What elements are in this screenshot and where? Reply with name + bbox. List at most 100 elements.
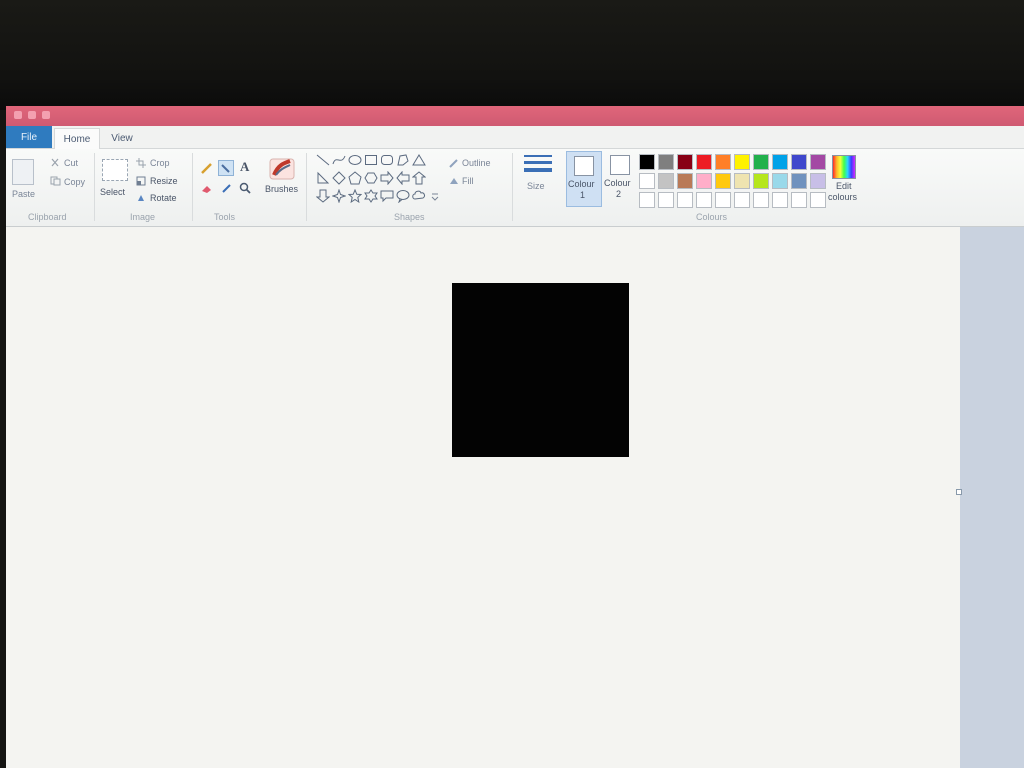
palette-swatch[interactable] (639, 192, 655, 208)
edit-colours-label-2[interactable]: colours (828, 192, 857, 202)
canvas-resize-handle[interactable] (956, 489, 962, 495)
palette-swatch[interactable] (810, 192, 826, 208)
palette-swatch[interactable] (715, 192, 731, 208)
brush-icon[interactable] (268, 155, 296, 181)
palette-swatch[interactable] (658, 173, 674, 189)
palette-swatch[interactable] (791, 192, 807, 208)
fill-button[interactable]: Fill (462, 176, 474, 186)
pencil-icon[interactable] (200, 161, 214, 175)
edit-colours-label[interactable]: Edit (836, 181, 852, 191)
palette-swatch[interactable] (696, 154, 712, 170)
palette-swatch[interactable] (753, 154, 769, 170)
copy-icon (50, 176, 61, 186)
color-picker-icon[interactable] (220, 181, 234, 195)
redo-icon[interactable] (42, 111, 50, 119)
cut-button[interactable]: Cut (64, 158, 78, 168)
pentagon-shape-icon[interactable] (348, 171, 362, 185)
up-arrow-shape-icon[interactable] (412, 171, 426, 185)
size-icon[interactable] (524, 155, 552, 177)
drawing-canvas[interactable] (6, 227, 960, 768)
palette-swatch[interactable] (810, 154, 826, 170)
palette-swatch[interactable] (639, 154, 655, 170)
outline-button[interactable]: Outline (462, 158, 491, 168)
magnifier-icon[interactable] (238, 181, 252, 195)
crop-button[interactable]: Crop (150, 158, 170, 168)
line-shape-icon[interactable] (316, 153, 330, 167)
fill-bucket-icon[interactable] (218, 160, 234, 176)
undo-icon[interactable] (28, 111, 36, 119)
palette-swatch[interactable] (772, 173, 788, 189)
palette-swatch[interactable] (734, 192, 750, 208)
cloud-callout-shape-icon[interactable] (412, 189, 426, 203)
paste-icon[interactable] (12, 159, 34, 185)
divider (192, 153, 193, 221)
palette-swatch[interactable] (810, 173, 826, 189)
palette-swatch[interactable] (715, 173, 731, 189)
rectangle-shape-icon[interactable] (364, 153, 378, 167)
colour1-label: Colour (568, 179, 595, 189)
curve-shape-icon[interactable] (332, 153, 346, 167)
tab-view[interactable]: View (102, 128, 142, 148)
right-arrow-shape-icon[interactable] (380, 171, 394, 185)
size-button[interactable]: Size (527, 181, 545, 191)
paste-button[interactable]: Paste (12, 189, 35, 199)
fill-icon (450, 178, 458, 184)
colour2-button[interactable]: Colour 2 (604, 151, 638, 205)
six-point-star-shape-icon[interactable] (364, 189, 378, 203)
resize-button[interactable]: Resize (150, 176, 178, 186)
resize-icon (136, 176, 146, 186)
copy-button[interactable]: Copy (64, 177, 85, 187)
black-square-shape[interactable] (452, 283, 629, 457)
oval-shape-icon[interactable] (348, 153, 362, 167)
palette-swatch[interactable] (677, 173, 693, 189)
colour-palette (639, 154, 826, 208)
eraser-icon[interactable] (200, 181, 214, 195)
palette-swatch[interactable] (639, 173, 655, 189)
select-button[interactable]: Select (100, 187, 125, 197)
clipboard-group-label: Clipboard (28, 212, 67, 222)
rectangular-callout-shape-icon[interactable] (380, 189, 394, 203)
palette-swatch[interactable] (696, 192, 712, 208)
palette-swatch[interactable] (658, 154, 674, 170)
palette-swatch[interactable] (677, 154, 693, 170)
triangle-shape-icon[interactable] (412, 153, 426, 167)
palette-swatch[interactable] (658, 192, 674, 208)
rotate-icon (138, 195, 144, 201)
polygon-shape-icon[interactable] (396, 153, 410, 167)
outline-icon (449, 159, 458, 168)
shapes-more-icon[interactable] (428, 189, 442, 203)
select-icon[interactable] (102, 159, 128, 181)
palette-swatch[interactable] (753, 173, 769, 189)
save-icon[interactable] (14, 111, 22, 119)
rounded-rectangle-shape-icon[interactable] (380, 153, 394, 167)
palette-swatch[interactable] (791, 173, 807, 189)
hexagon-shape-icon[interactable] (364, 171, 378, 185)
palette-swatch[interactable] (677, 192, 693, 208)
down-arrow-shape-icon[interactable] (316, 189, 330, 203)
brushes-button[interactable]: Brushes (265, 184, 298, 194)
text-tool-icon[interactable]: A (240, 159, 249, 175)
tab-file[interactable]: File (6, 126, 52, 148)
left-arrow-shape-icon[interactable] (396, 171, 410, 185)
four-point-star-shape-icon[interactable] (332, 189, 346, 203)
right-triangle-shape-icon[interactable] (316, 171, 330, 185)
palette-swatch[interactable] (734, 154, 750, 170)
palette-swatch[interactable] (696, 173, 712, 189)
edit-colours-icon[interactable] (832, 155, 856, 179)
five-point-star-shape-icon[interactable] (348, 189, 362, 203)
colour1-button[interactable]: Colour 1 (566, 151, 602, 207)
palette-swatch[interactable] (791, 154, 807, 170)
palette-swatch[interactable] (772, 192, 788, 208)
colour1-swatch (574, 156, 594, 176)
palette-swatch[interactable] (715, 154, 731, 170)
quick-access-toolbar (14, 111, 50, 119)
workspace (6, 227, 1024, 768)
tab-home[interactable]: Home (54, 128, 100, 149)
diamond-shape-icon[interactable] (332, 171, 346, 185)
rotate-button[interactable]: Rotate (150, 193, 177, 203)
oval-callout-shape-icon[interactable] (396, 189, 410, 203)
colour2-swatch (610, 155, 630, 175)
palette-swatch[interactable] (734, 173, 750, 189)
palette-swatch[interactable] (753, 192, 769, 208)
palette-swatch[interactable] (772, 154, 788, 170)
